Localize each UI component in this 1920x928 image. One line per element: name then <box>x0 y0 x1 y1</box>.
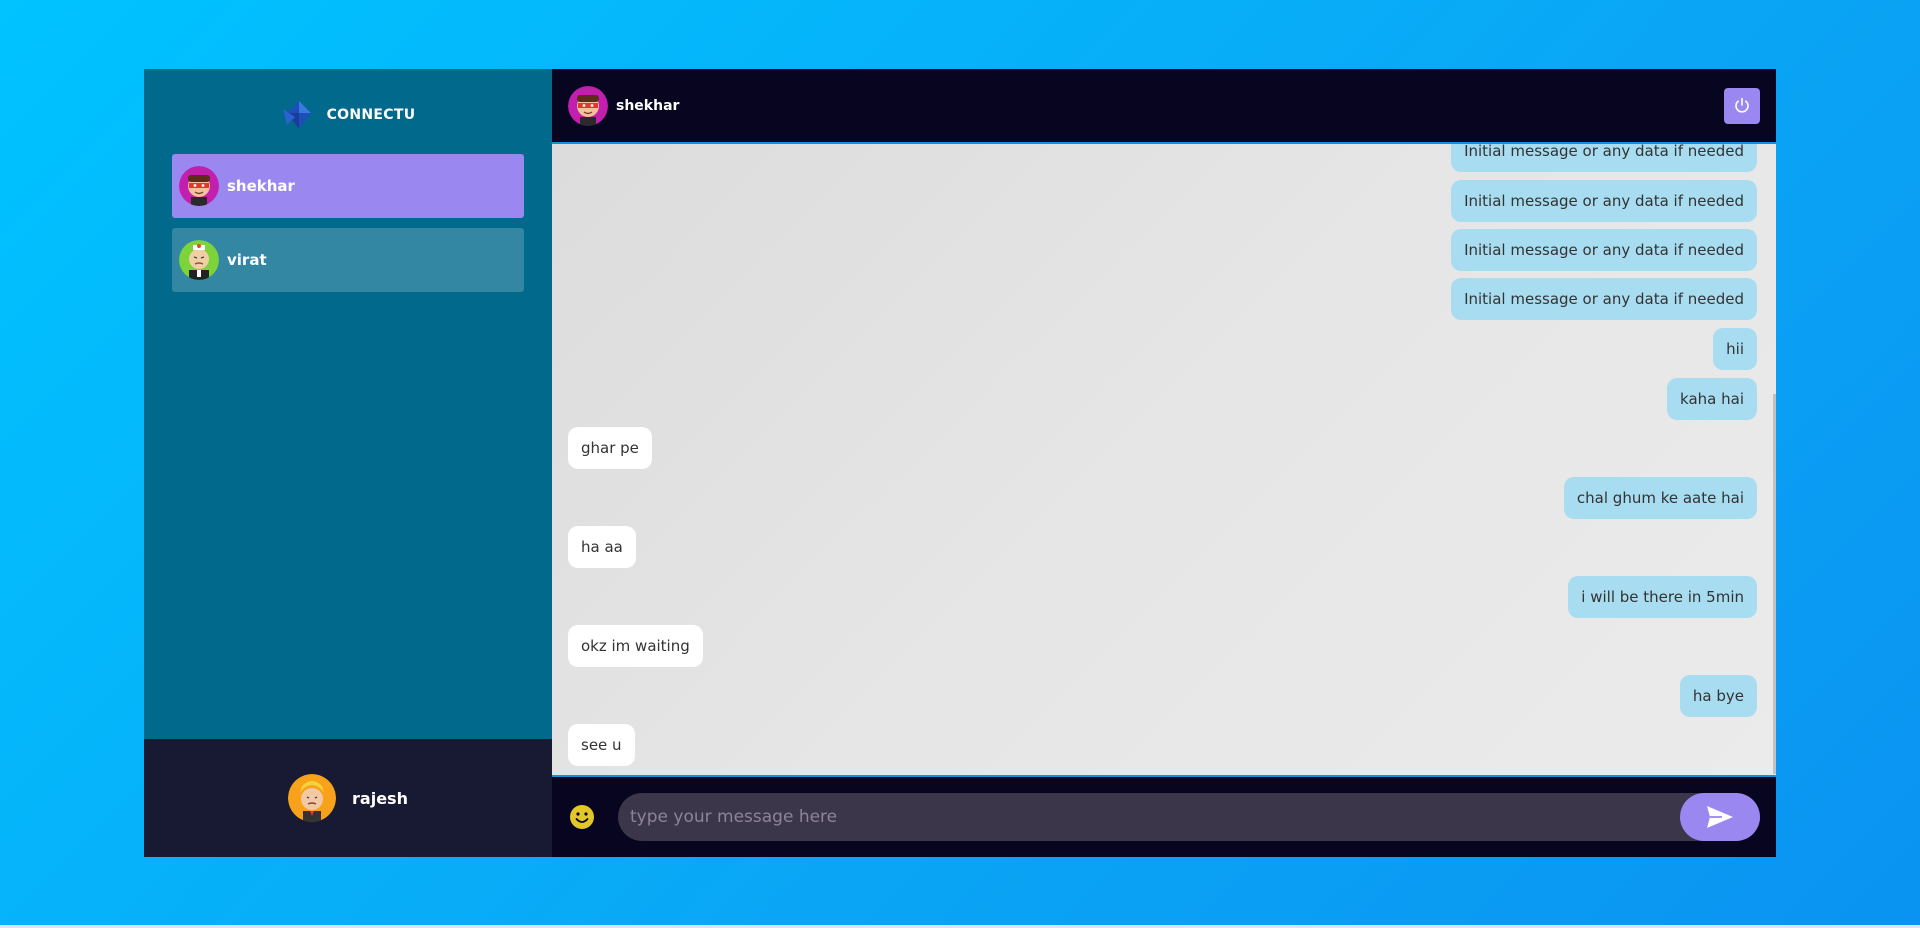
contact-item-shekhar[interactable]: shekhar <box>172 154 524 218</box>
message-scrollbar[interactable] <box>1773 394 1776 774</box>
avatar-shekhar <box>179 166 219 206</box>
message-sent: Initial message or any data if needed <box>1451 229 1757 271</box>
avatar-virat <box>179 240 219 280</box>
message-input[interactable] <box>618 793 1680 841</box>
sidebar: CONNECTU shekhar virat rajesh <box>144 69 552 857</box>
message-sent: hii <box>1713 328 1757 370</box>
chat-header: shekhar <box>552 69 1776 144</box>
message-list[interactable]: Initial message or any data if needed In… <box>552 144 1776 777</box>
chat-header-name: shekhar <box>616 97 680 114</box>
message-received: okz im waiting <box>568 625 703 667</box>
avatar-rajesh <box>288 774 337 822</box>
message-received: ha aa <box>568 526 636 568</box>
message-sent: Initial message or any data if needed <box>1451 180 1757 222</box>
send-icon <box>1707 806 1733 828</box>
current-user-name: rajesh <box>352 788 408 808</box>
diamond-logo-icon <box>282 100 311 129</box>
power-icon <box>1735 97 1749 113</box>
contact-name: shekhar <box>227 177 295 195</box>
brand: CONNECTU <box>144 69 552 154</box>
message-sent: ha bye <box>1679 675 1757 717</box>
avatar-shekhar <box>568 85 608 126</box>
message-received: see u <box>568 724 635 766</box>
message-received: ghar pe <box>568 427 652 469</box>
contact-item-virat[interactable]: virat <box>172 228 524 292</box>
message-sent: kaha hai <box>1667 378 1757 420</box>
contact-name: virat <box>227 251 267 269</box>
logout-button[interactable] <box>1724 87 1760 124</box>
chat-app: CONNECTU shekhar virat rajesh shekhar In… <box>144 69 1776 857</box>
message-input-wrapper <box>618 793 1760 841</box>
chat-header-contact: shekhar <box>568 85 680 126</box>
brand-name: CONNECTU <box>326 106 416 123</box>
message-sent: Initial message or any data if needed <box>1451 144 1757 172</box>
contact-list: shekhar virat <box>144 154 552 292</box>
message-sent: chal ghum ke aate hai <box>1563 477 1757 519</box>
send-button[interactable] <box>1680 793 1760 841</box>
chat-panel: shekhar Initial message or any data if n… <box>552 69 1776 857</box>
current-user-panel: rajesh <box>144 739 552 857</box>
message-sent: i will be there in 5min <box>1568 576 1757 618</box>
message-composer <box>552 777 1776 857</box>
smiley-icon[interactable] <box>568 803 596 831</box>
message-sent: Initial message or any data if needed <box>1451 278 1757 320</box>
